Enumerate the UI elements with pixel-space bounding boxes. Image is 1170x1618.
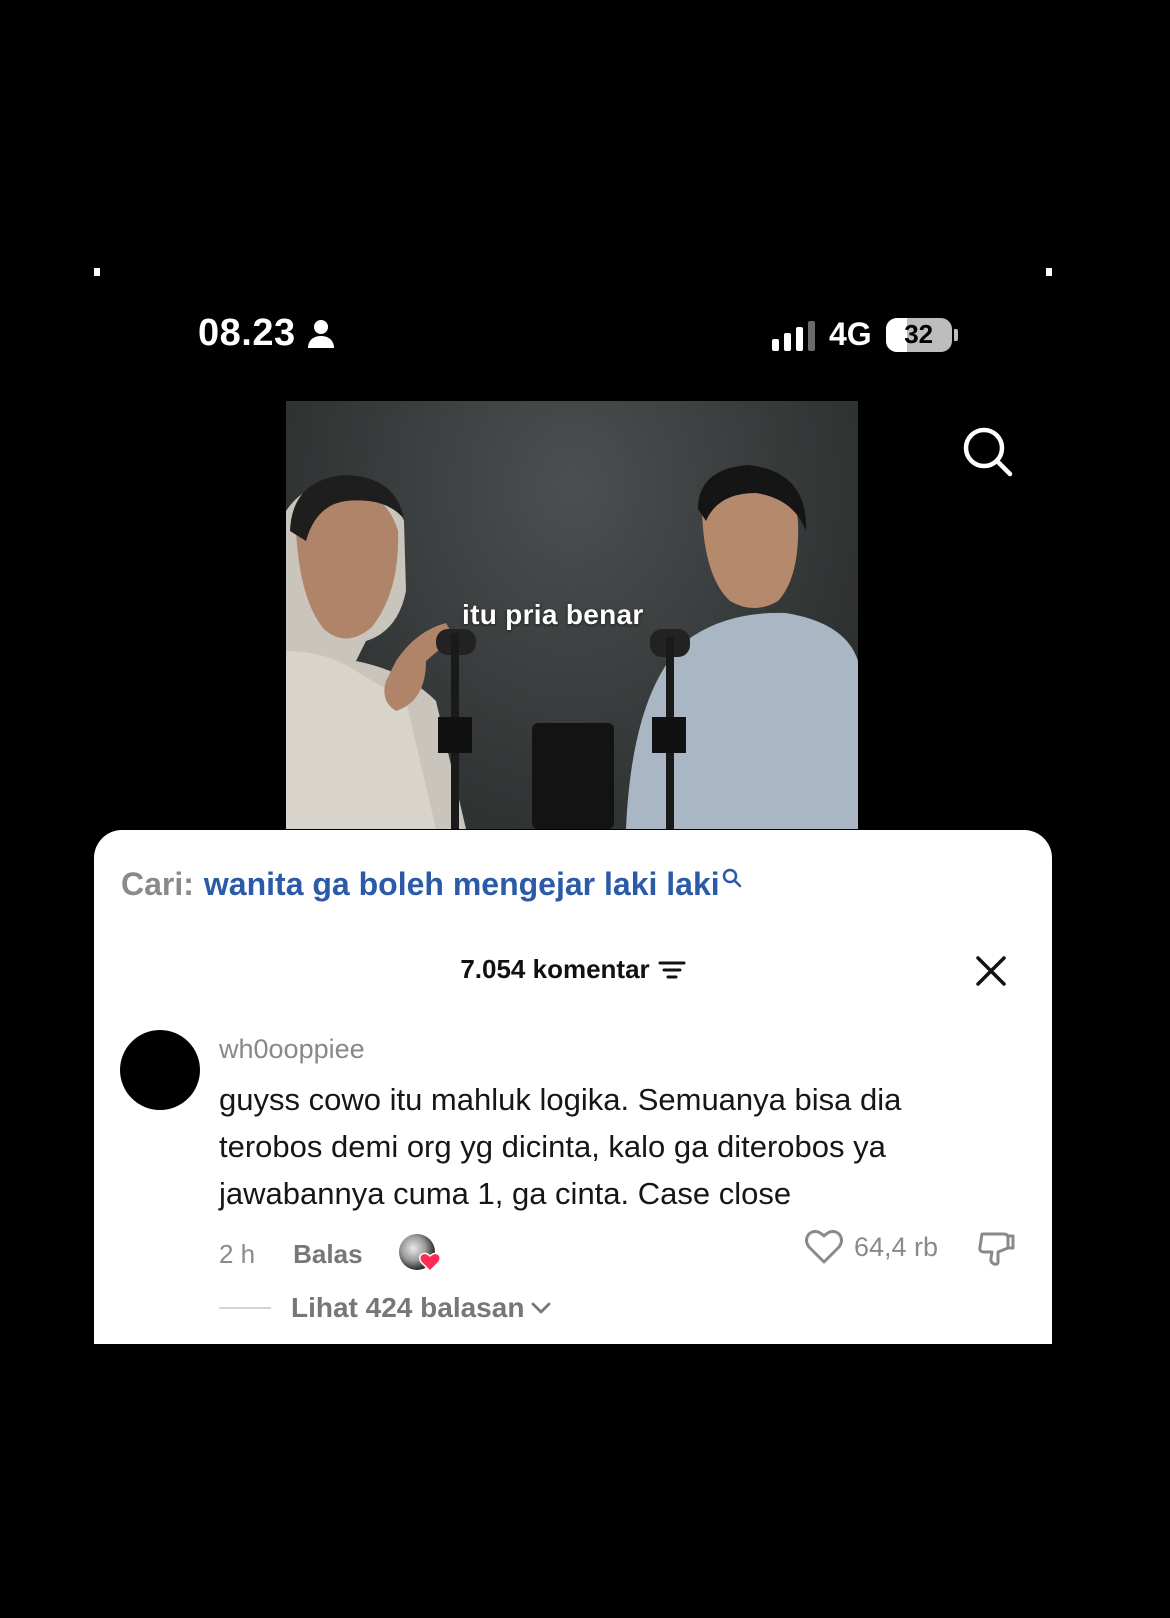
status-indicators: 4G 32 [772, 316, 958, 353]
status-time: 08.23 [198, 312, 296, 354]
video-caption: itu pria benar [462, 599, 644, 630]
status-time-group: 08.23 [198, 312, 336, 355]
comment-username[interactable]: wh0ooppiee [219, 1034, 365, 1065]
sort-filter-icon[interactable] [658, 958, 686, 982]
reply-button[interactable]: Balas [293, 1239, 362, 1270]
view-replies-button[interactable]: Lihat 424 balasan [219, 1292, 552, 1324]
like-group[interactable]: 64,4 rb [804, 1228, 938, 1266]
avatar[interactable] [120, 1030, 200, 1110]
battery-cap [953, 328, 958, 341]
battery-icon: 32 [885, 317, 952, 352]
replies-divider [219, 1307, 271, 1309]
comments-header: 7.054 komentar [94, 954, 1052, 985]
comment-time: 2 h [219, 1238, 256, 1269]
network-type: 4G [829, 316, 872, 352]
corner-mark-right [1046, 268, 1052, 276]
comments-sheet: Cari: wanita ga boleh mengejar laki laki… [94, 830, 1052, 1344]
battery-level: 32 [904, 319, 934, 349]
signal-icon [772, 319, 815, 351]
heart-badge-icon [418, 1252, 441, 1272]
search-suggestion[interactable]: Cari: wanita ga boleh mengejar laki laki [121, 866, 742, 903]
view-replies-label: Lihat 424 balasan [291, 1292, 525, 1323]
heart-outline-icon[interactable] [804, 1228, 844, 1266]
video-player[interactable]: itu pria benar [286, 401, 858, 829]
comment-meta: 2 h Balas [219, 1234, 441, 1274]
screen: 08.23 4G 32 itu pria benar Cari: wanita … [0, 0, 1170, 1618]
like-count: 64,4 rb [854, 1231, 939, 1262]
comment-text: guyss cowo itu mahluk logika. Semuanya b… [219, 1082, 902, 1211]
person-icon [307, 319, 334, 348]
comment-count: 7.054 komentar [460, 954, 650, 984]
creator-liked-badge [398, 1234, 441, 1274]
search-small-icon [722, 868, 741, 888]
corner-mark-left [94, 268, 100, 276]
search-icon[interactable] [960, 424, 1016, 480]
dislike-icon[interactable] [976, 1228, 1016, 1268]
chevron-down-icon [532, 1302, 551, 1314]
search-suggestion-query[interactable]: wanita ga boleh mengejar laki laki [204, 866, 720, 903]
close-icon[interactable] [974, 954, 1008, 988]
search-suggestion-prefix: Cari: [121, 866, 194, 902]
